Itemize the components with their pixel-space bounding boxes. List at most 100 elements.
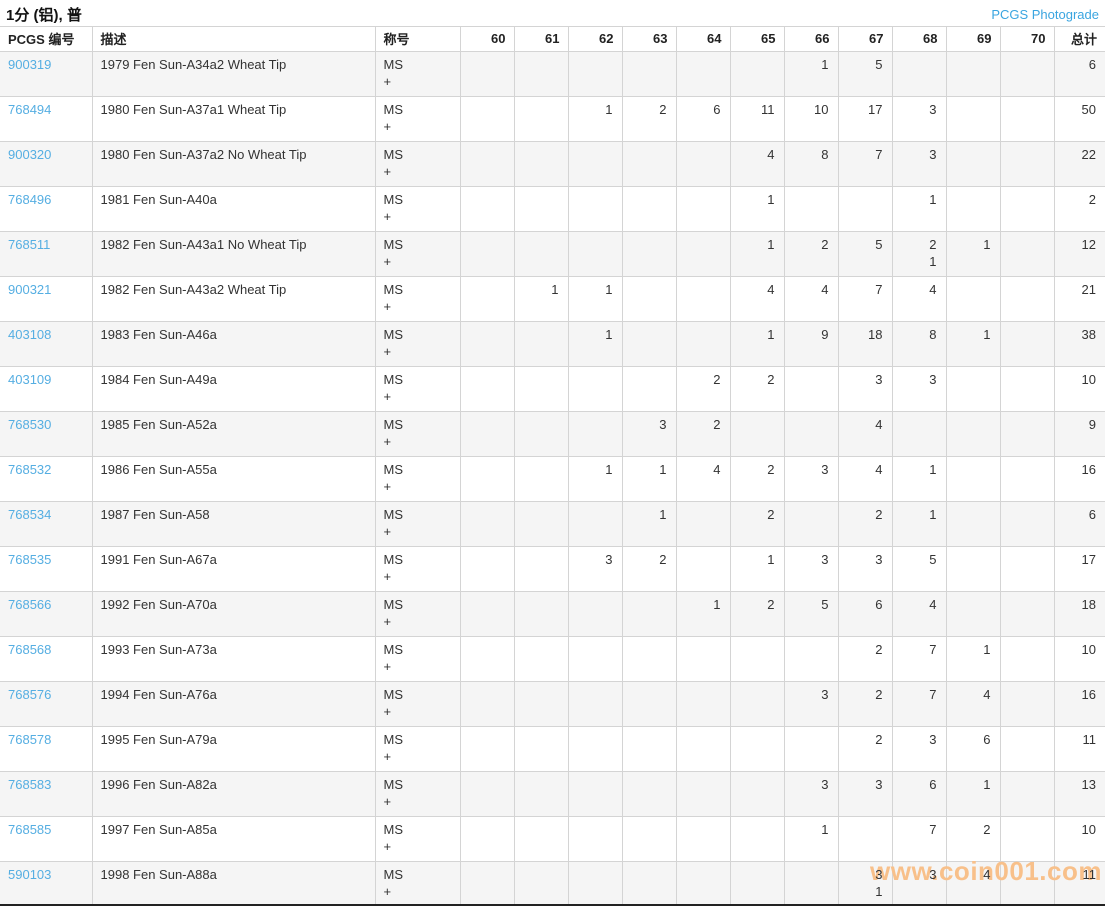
grade-70-count-cell	[1000, 367, 1054, 412]
pcgs-number-link[interactable]: 768532	[8, 461, 51, 478]
pcgs-photograde-link[interactable]: PCGS Photograde	[991, 7, 1099, 22]
pcgs-number-link[interactable]: 768578	[8, 731, 51, 748]
table-row: 9003191979 Fen Sun-A34a2 Wheat TipMS+156	[0, 52, 1105, 97]
designation-cell: MS+	[375, 232, 460, 277]
grade-62-count-cell: 1	[568, 322, 622, 367]
grade-65-count-cell: 1	[730, 187, 784, 232]
grade-60-count-cell	[460, 772, 514, 817]
grade-67-count-cell: 2	[838, 727, 892, 772]
pcgs-number-link[interactable]: 768576	[8, 686, 51, 703]
pcgs-number-link[interactable]: 768566	[8, 596, 51, 613]
pcgs-number-link[interactable]: 403109	[8, 371, 51, 388]
grade-65-count-cell	[730, 862, 784, 906]
grade-63-count-cell	[622, 367, 676, 412]
table-row: 7685781995 Fen Sun-A79aMS+23611	[0, 727, 1105, 772]
grade-61-count-cell	[514, 187, 568, 232]
grade-63-count-cell	[622, 52, 676, 97]
col-header-grade-68: 68	[892, 27, 946, 52]
pcgs-number-link[interactable]: 768583	[8, 776, 51, 793]
pcgs-number-cell: 768583	[0, 772, 92, 817]
grade-60-count-cell	[460, 637, 514, 682]
grade-67-count-cell: 7	[838, 142, 892, 187]
grade-66-count-cell	[784, 412, 838, 457]
grade-62-count-cell	[568, 232, 622, 277]
grade-69-count-cell: 2	[946, 817, 1000, 862]
grade-62-count-cell	[568, 502, 622, 547]
pcgs-number-link[interactable]: 900319	[8, 56, 51, 73]
grade-64-count-cell	[676, 142, 730, 187]
grade-65-count-cell	[730, 727, 784, 772]
grade-60-count-cell	[460, 547, 514, 592]
grade-67-count-cell: 17	[838, 97, 892, 142]
grade-64-count-cell	[676, 772, 730, 817]
grade-62-count-cell	[568, 862, 622, 906]
designation-cell: MS+	[375, 52, 460, 97]
coin-description: 1993 Fen Sun-A73a	[92, 637, 375, 682]
grade-68-count-cell	[892, 412, 946, 457]
grade-70-count-cell	[1000, 682, 1054, 727]
pcgs-number-cell: 590103	[0, 862, 92, 906]
pcgs-number-cell: 900319	[0, 52, 92, 97]
grade-62-count-cell	[568, 142, 622, 187]
grade-65-count-cell	[730, 412, 784, 457]
grade-67-count-cell	[838, 817, 892, 862]
grade-70-count-cell	[1000, 232, 1054, 277]
col-header-grade-66: 66	[784, 27, 838, 52]
grade-68-count-cell: 3	[892, 142, 946, 187]
grade-63-count-cell	[622, 232, 676, 277]
pcgs-number-cell: 900320	[0, 142, 92, 187]
grade-64-count-cell	[676, 232, 730, 277]
coin-description: 1987 Fen Sun-A58	[92, 502, 375, 547]
pcgs-number-link[interactable]: 768534	[8, 506, 51, 523]
pcgs-number-link[interactable]: 768568	[8, 641, 51, 658]
pcgs-number-link[interactable]: 403108	[8, 326, 51, 343]
grade-60-count-cell	[460, 187, 514, 232]
grade-64-count-cell	[676, 322, 730, 367]
grade-66-count-cell	[784, 637, 838, 682]
designation-cell: MS+	[375, 727, 460, 772]
designation-cell: MS+	[375, 412, 460, 457]
total-count-cell: 17	[1054, 547, 1105, 592]
pcgs-number-link[interactable]: 768535	[8, 551, 51, 568]
pcgs-number-link[interactable]: 590103	[8, 866, 51, 883]
table-row: 768511 1982 Fen Sun-A43a1 No Wheat TipMS+…	[0, 232, 1105, 277]
table-row: 7685761994 Fen Sun-A76aMS+327416	[0, 682, 1105, 727]
coin-description: 1982 Fen Sun-A43a1 No Wheat Tip	[92, 232, 375, 277]
coin-description: 1998 Fen Sun-A88a	[92, 862, 375, 906]
grade-67-count-cell: 6	[838, 592, 892, 637]
table-row: 7685301985 Fen Sun-A52aMS+3249	[0, 412, 1105, 457]
coin-description: 1997 Fen Sun-A85a	[92, 817, 375, 862]
pcgs-number-link[interactable]: 768585	[8, 821, 51, 838]
pcgs-number-link[interactable]: 900321	[8, 281, 51, 298]
grade-62-count-cell	[568, 412, 622, 457]
designation-cell: MS+	[375, 277, 460, 322]
pcgs-number-link[interactable]: 768511	[8, 236, 50, 253]
pcgs-number-link[interactable]: 768530	[8, 416, 51, 433]
pcgs-number-link[interactable]: 768496	[8, 191, 51, 208]
grade-62-count-cell	[568, 637, 622, 682]
pcgs-number-cell: 768530	[0, 412, 92, 457]
grade-70-count-cell	[1000, 412, 1054, 457]
grade-68-count-cell: 1	[892, 502, 946, 547]
grade-70-count-cell	[1000, 502, 1054, 547]
grade-67-count-cell	[838, 187, 892, 232]
pcgs-number-link[interactable]: 900320	[8, 146, 51, 163]
grade-65-count-cell	[730, 52, 784, 97]
grade-68-count-cell: 7	[892, 682, 946, 727]
col-header-grade-65: 65	[730, 27, 784, 52]
grade-69-count-cell	[946, 187, 1000, 232]
pcgs-number-cell: 768566	[0, 592, 92, 637]
grade-62-count-cell	[568, 772, 622, 817]
grade-63-count-cell: 2	[622, 547, 676, 592]
grade-66-count-cell: 1	[784, 817, 838, 862]
table-row: 7685321986 Fen Sun-A55aMS+114234116	[0, 457, 1105, 502]
grade-63-count-cell	[622, 682, 676, 727]
grade-70-count-cell	[1000, 97, 1054, 142]
grade-67-count-cell: 18	[838, 322, 892, 367]
grade-62-count-cell	[568, 727, 622, 772]
grade-61-count-cell	[514, 727, 568, 772]
pcgs-number-link[interactable]: 768494	[8, 101, 51, 118]
grade-69-count-cell	[946, 277, 1000, 322]
total-count-cell: 18	[1054, 592, 1105, 637]
grade-63-count-cell: 3	[622, 412, 676, 457]
